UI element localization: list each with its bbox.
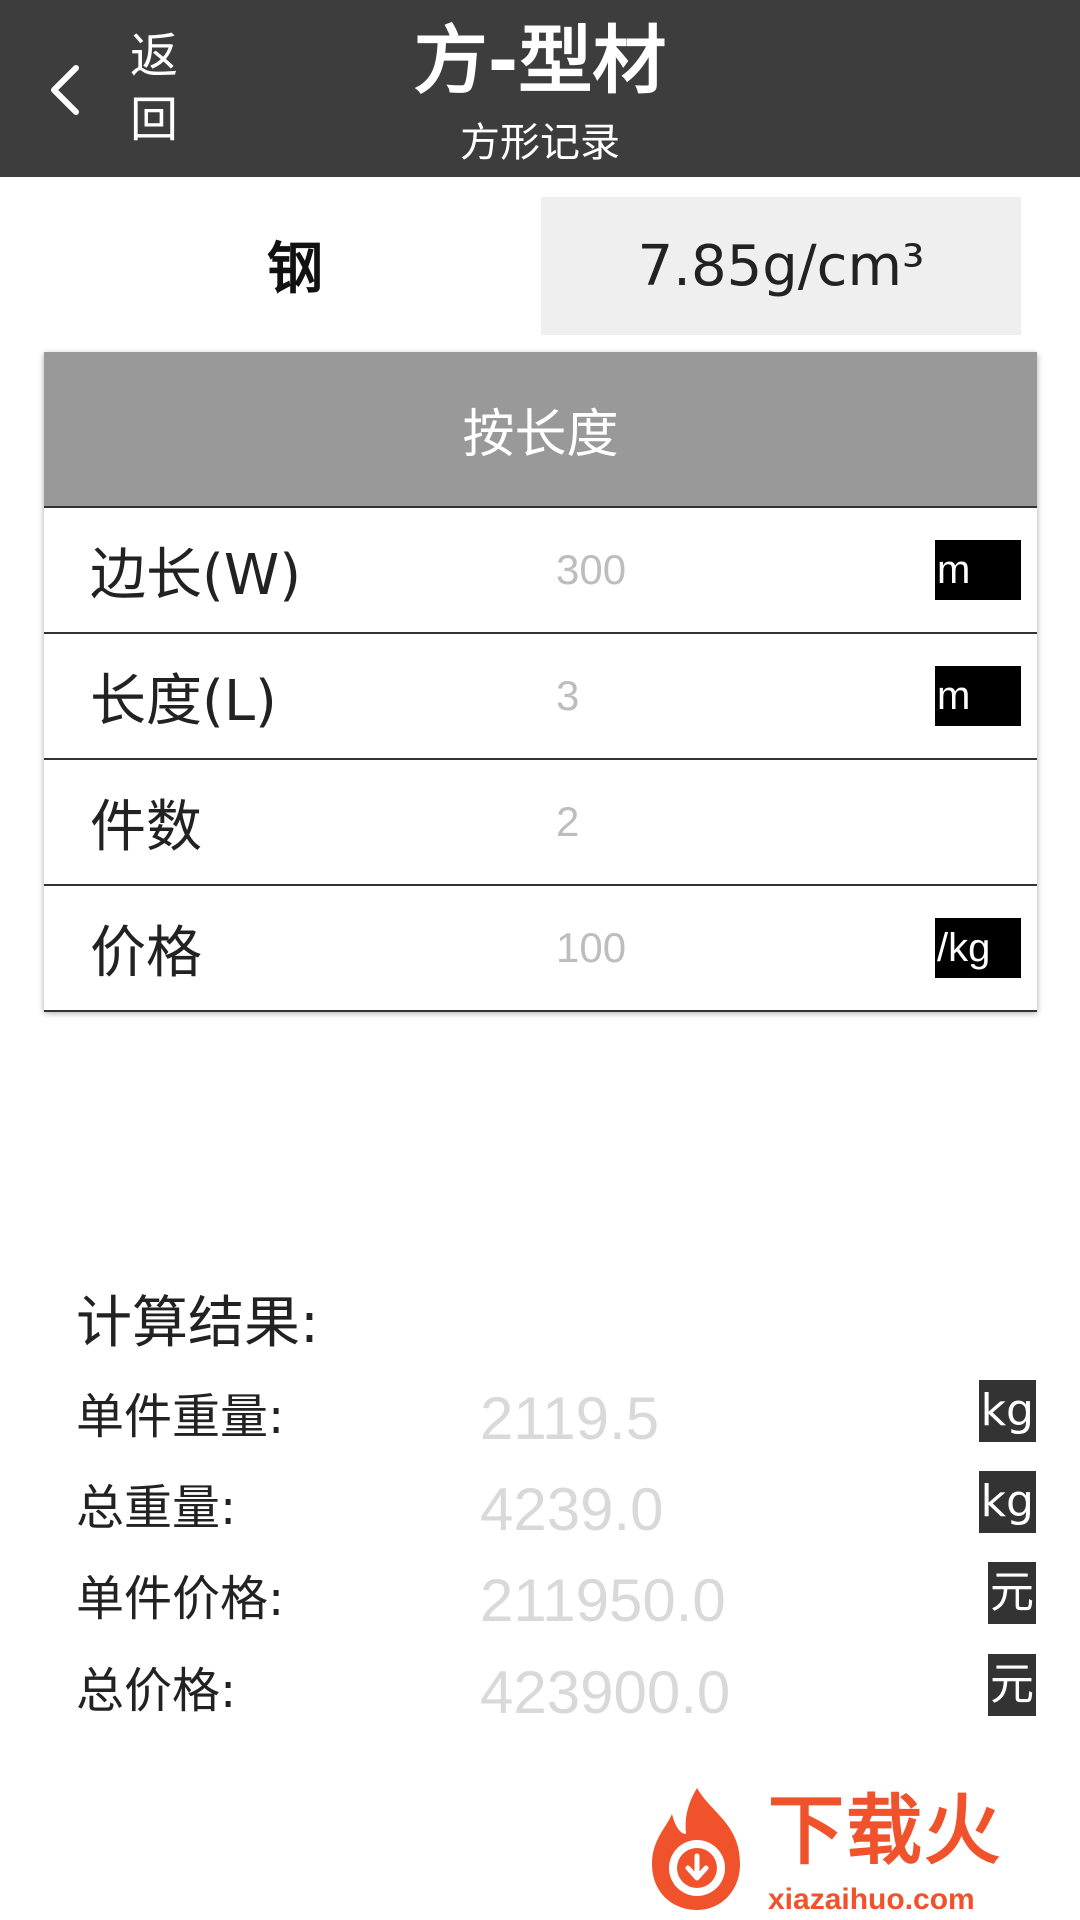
form-row-width: 边长(W) m [44, 508, 1037, 634]
results-title: 计算结果: [76, 1291, 319, 1356]
count-label: 件数 [90, 794, 202, 860]
record-link[interactable]: 方形记录 [0, 118, 1080, 168]
width-label: 边长(W) [90, 542, 302, 608]
result-row-total-weight: 总重量: 4239.0 kg [76, 1467, 1036, 1553]
unit-weight-unit: kg [978, 1380, 1036, 1442]
result-row-unit-price: 单件价格: 211950.0 元 [76, 1558, 1036, 1644]
length-label: 长度(L) [90, 668, 277, 734]
total-price-unit: 元 [988, 1654, 1036, 1716]
total-price-label: 总价格: [76, 1663, 237, 1719]
price-unit[interactable]: /kg [935, 918, 1021, 978]
input-form: 按长度 边长(W) m 长度(L) m 件数 价格 /kg [44, 352, 1037, 1012]
result-row-unit-weight: 单件重量: 2119.5 kg [76, 1376, 1036, 1462]
count-input[interactable] [556, 782, 856, 862]
form-row-length: 长度(L) m [44, 634, 1037, 760]
price-label: 价格 [90, 920, 202, 986]
total-weight-label: 总重量: [76, 1480, 237, 1536]
watermark: 下载火 xiazaihuo.com [640, 1778, 1080, 1920]
unit-price-value: 211950.0 [480, 1567, 726, 1634]
unit-weight-value: 2119.5 [480, 1385, 660, 1452]
unit-weight-label: 单件重量: [76, 1389, 285, 1445]
watermark-text: 下载火 [768, 1786, 1002, 1875]
material-name[interactable]: 钢 [230, 230, 360, 310]
app-header: 返回 方-型材 方形记录 [0, 0, 1080, 177]
watermark-url: xiazaihuo.com [768, 1883, 975, 1916]
tab-by-length[interactable]: 按长度 [44, 352, 1037, 508]
length-input[interactable] [556, 656, 856, 736]
density-field[interactable]: 7.85g/cm³ [541, 197, 1021, 335]
price-input[interactable] [556, 908, 856, 988]
width-unit[interactable]: m [935, 540, 1021, 600]
page-title: 方-型材 [413, 18, 667, 104]
length-unit[interactable]: m [935, 666, 1021, 726]
result-row-total-price: 总价格: 423900.0 元 [76, 1650, 1036, 1736]
total-weight-value: 4239.0 [480, 1476, 664, 1543]
unit-price-unit: 元 [988, 1562, 1036, 1624]
unit-price-label: 单件价格: [76, 1571, 285, 1627]
total-price-value: 423900.0 [480, 1659, 731, 1726]
total-weight-unit: kg [978, 1471, 1036, 1533]
width-input[interactable] [556, 530, 856, 610]
form-row-count: 件数 [44, 760, 1037, 886]
form-row-price: 价格 /kg [44, 886, 1037, 1012]
flame-logo-icon [652, 1788, 740, 1910]
